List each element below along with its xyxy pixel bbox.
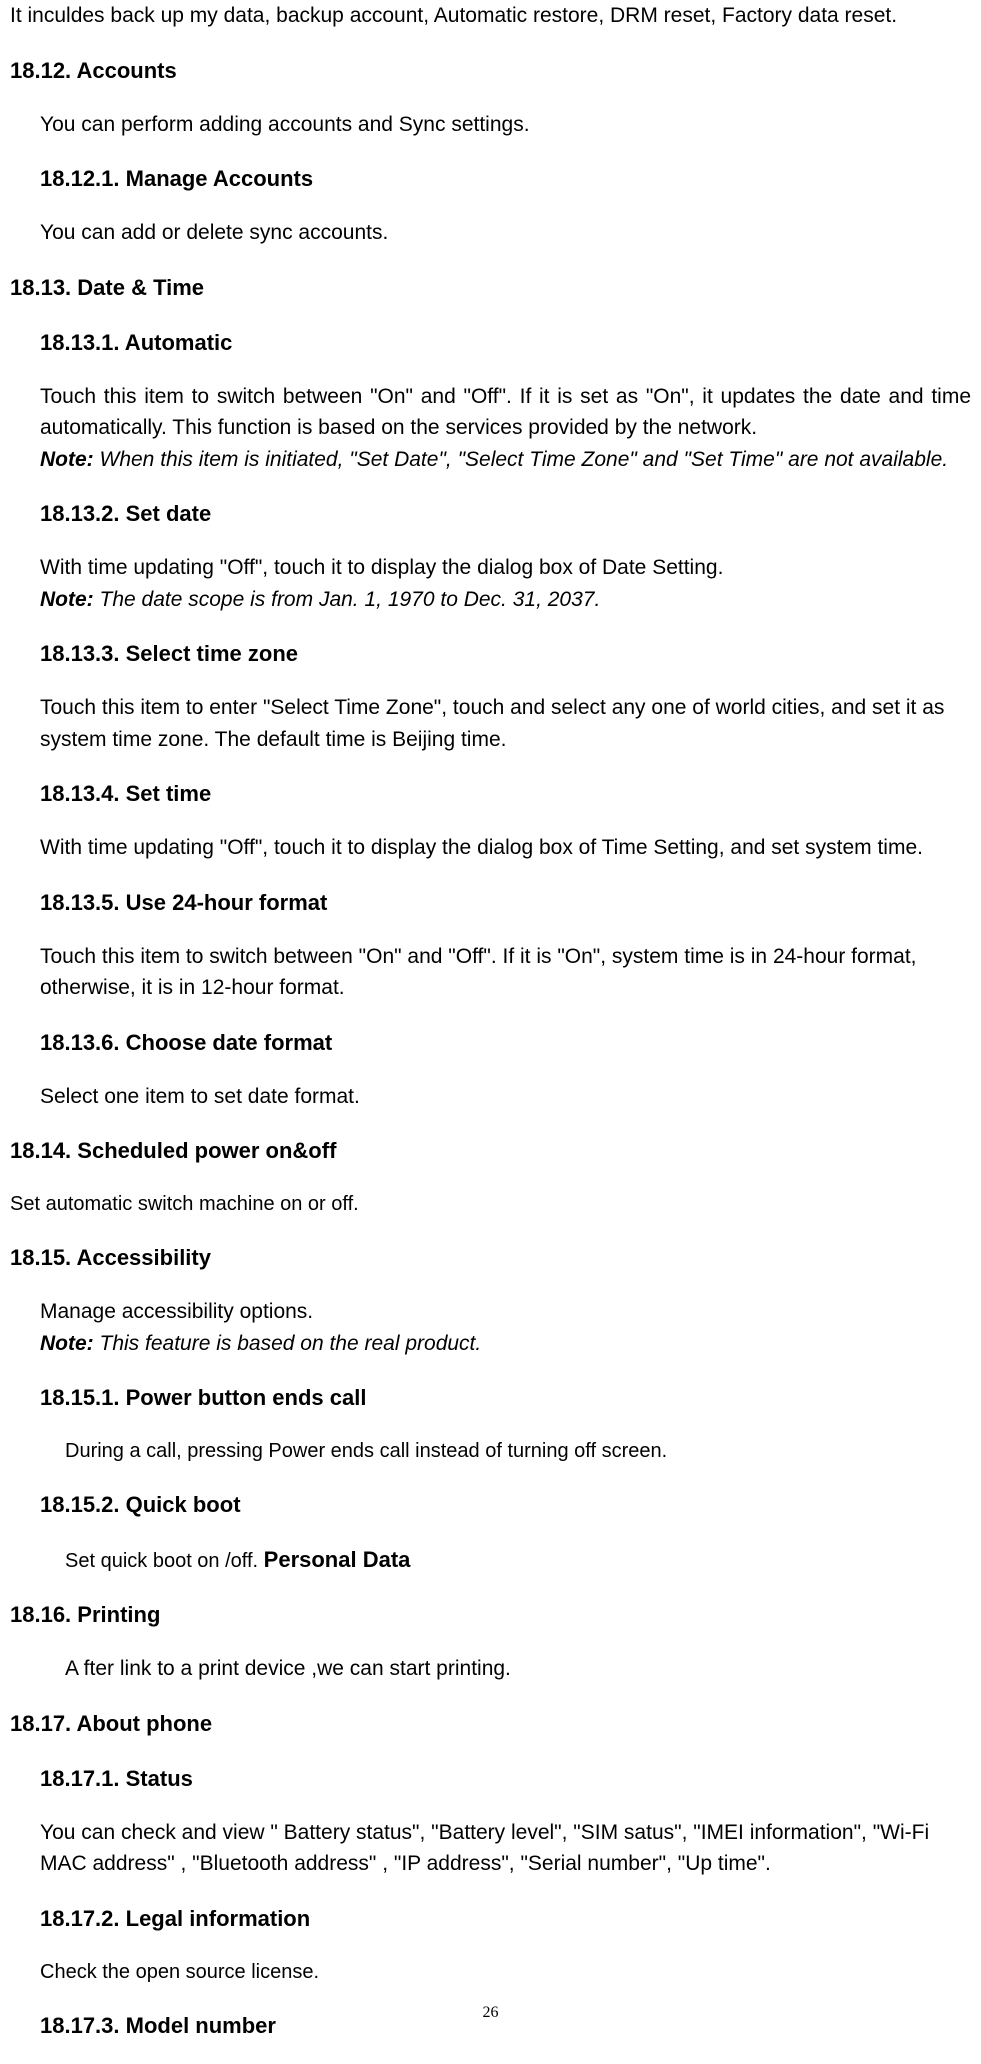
- text-18-14: Set automatic switch machine on or off.: [10, 1189, 971, 1219]
- text-18-13-6: Select one item to set date format.: [10, 1081, 971, 1113]
- heading-18-13: 18.13. Date & Time: [10, 271, 971, 304]
- heading-18-17: 18.17. About phone: [10, 1707, 971, 1740]
- text-18-16: A fter link to a print device ,we can st…: [10, 1653, 971, 1685]
- heading-18-17-1: 18.17.1. Status: [10, 1762, 971, 1795]
- text-18-17-2: Check the open source license.: [10, 1957, 971, 1987]
- heading-18-13-1: 18.13.1. Automatic: [10, 326, 971, 359]
- heading-18-13-5: 18.13.5. Use 24-hour format: [10, 886, 971, 919]
- document-page: It inculdes back up my data, backup acco…: [0, 0, 981, 2042]
- heading-18-14: 18.14. Scheduled power on&off: [10, 1134, 971, 1167]
- text-18-15: Manage accessibility options.: [10, 1296, 971, 1328]
- heading-18-15: 18.15. Accessibility: [10, 1241, 971, 1274]
- heading-18-16: 18.16. Printing: [10, 1598, 971, 1631]
- text-18-15-1: During a call, pressing Power ends call …: [10, 1436, 971, 1466]
- text-18-12-1: You can add or delete sync accounts.: [10, 217, 971, 249]
- heading-18-13-2: 18.13.2. Set date: [10, 497, 971, 530]
- note-18-15: Note: This feature is based on the real …: [10, 1328, 971, 1360]
- note-label: Note:: [40, 448, 94, 471]
- note-text: When this item is initiated, "Set Date",…: [94, 448, 948, 471]
- intro-text: It inculdes back up my data, backup acco…: [10, 0, 971, 32]
- personal-data-heading: Personal Data: [264, 1547, 411, 1572]
- note-label: Note:: [40, 588, 94, 611]
- note-label: Note:: [40, 1332, 94, 1355]
- text-18-12: You can perform adding accounts and Sync…: [10, 109, 971, 141]
- heading-18-13-6: 18.13.6. Choose date format: [10, 1026, 971, 1059]
- note-text: The date scope is from Jan. 1, 1970 to D…: [94, 588, 601, 611]
- heading-18-17-2: 18.17.2. Legal information: [10, 1902, 971, 1935]
- text-18-15-2: Set quick boot on /off. Personal Data: [10, 1543, 971, 1576]
- note-text: This feature is based on the real produc…: [94, 1332, 482, 1355]
- heading-18-13-3: 18.13.3. Select time zone: [10, 637, 971, 670]
- note-18-13-2: Note: The date scope is from Jan. 1, 197…: [10, 584, 971, 616]
- text-18-13-1: Touch this item to switch between "On" a…: [10, 381, 971, 444]
- heading-18-12: 18.12. Accounts: [10, 54, 971, 87]
- text-18-13-2: With time updating "Off", touch it to di…: [10, 552, 971, 584]
- page-number: 26: [0, 2004, 981, 2022]
- heading-18-15-1: 18.15.1. Power button ends call: [10, 1381, 971, 1414]
- text-18-17-1: You can check and view " Battery status"…: [10, 1817, 971, 1880]
- heading-18-13-4: 18.13.4. Set time: [10, 777, 971, 810]
- note-18-13-1: Note: When this item is initiated, "Set …: [10, 444, 971, 476]
- heading-18-12-1: 18.12.1. Manage Accounts: [10, 162, 971, 195]
- text-prefix: Set quick boot on /off.: [65, 1550, 264, 1572]
- text-18-13-5: Touch this item to switch between "On" a…: [10, 941, 971, 1004]
- heading-18-15-2: 18.15.2. Quick boot: [10, 1488, 971, 1521]
- text-18-13-4: With time updating "Off", touch it to di…: [10, 832, 971, 864]
- text-18-13-3: Touch this item to enter "Select Time Zo…: [10, 692, 971, 755]
